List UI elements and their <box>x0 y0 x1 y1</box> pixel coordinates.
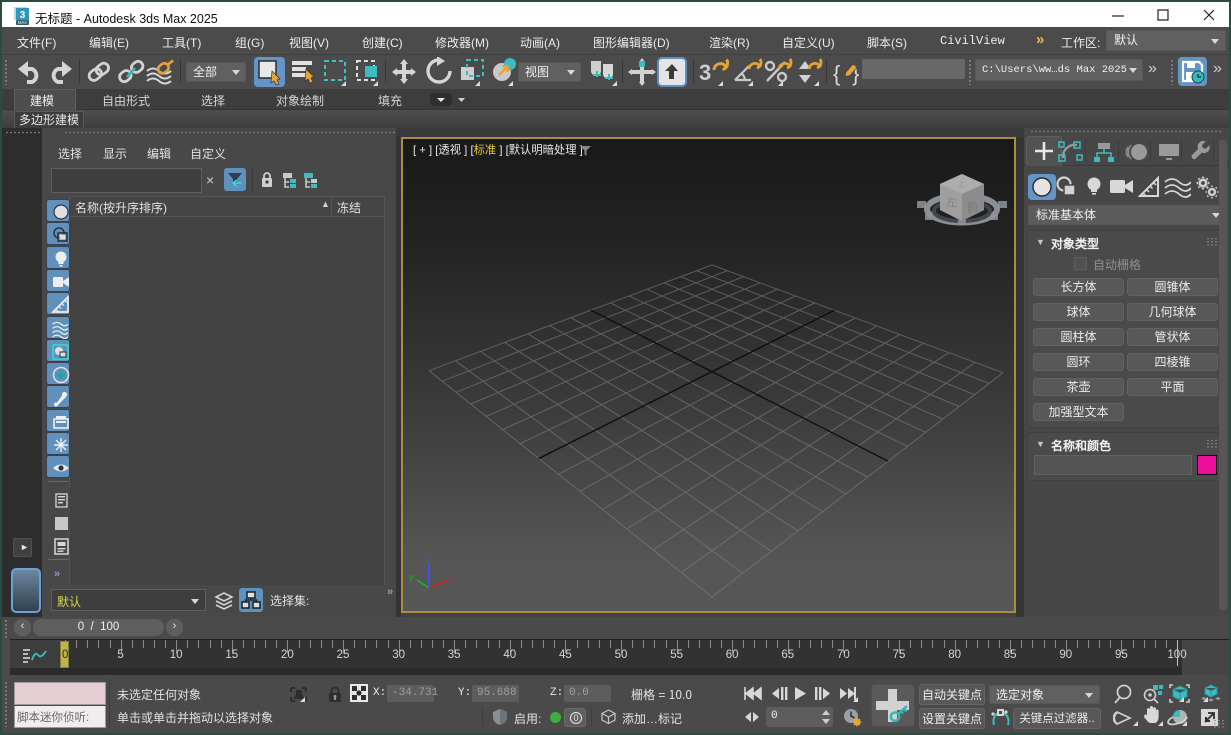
svg-text:x: x <box>448 574 453 584</box>
svg-text:{: { <box>833 61 840 86</box>
svg-text:上: 上 <box>957 177 966 190</box>
svg-text:前: 前 <box>967 199 978 215</box>
svg-text:3: 3 <box>699 60 711 85</box>
svg-text:y: y <box>409 572 414 582</box>
svg-text:z: z <box>426 554 431 564</box>
svg-text:左: 左 <box>946 194 957 210</box>
svg-text:[ + ] [透视 ] [标准 ] [默认明暗处理 ]: [ + ] [透视 ] [标准 ] [默认明暗处理 ] <box>413 142 583 158</box>
svg-text:MAX: MAX <box>18 20 27 25</box>
